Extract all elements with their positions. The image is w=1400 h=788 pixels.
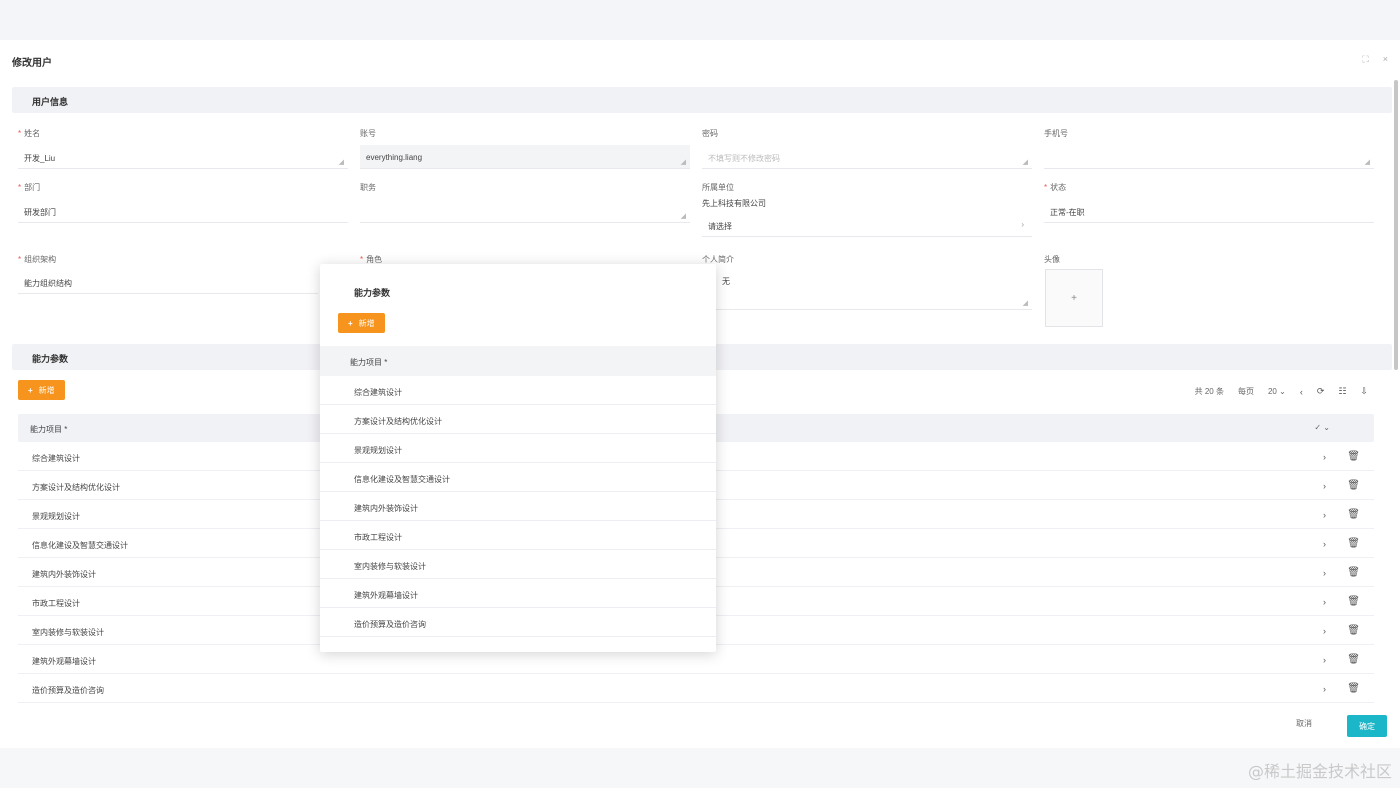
phone-label: 手机号: [1044, 129, 1068, 138]
pagination: 共 20 条 每页 20 ⌄ ‹ ⟳ ☷ ⇩: [1195, 386, 1368, 397]
watermark: @稀土掘金技术社区: [1247, 762, 1392, 781]
plus-icon: +: [28, 385, 33, 395]
name-label: * 姓名: [18, 129, 41, 138]
password-input[interactable]: 不填写则不修改密码 ◢: [702, 145, 1032, 169]
ability-section-title: 能力参数: [32, 354, 69, 364]
prev-page-icon[interactable]: ‹: [1300, 387, 1303, 397]
delete-icon[interactable]: 🗑: [1347, 451, 1360, 462]
delete-icon[interactable]: 🗑: [1347, 480, 1360, 491]
status-label: * 状态: [1044, 183, 1067, 192]
status-input[interactable]: 正常-在职: [1044, 199, 1374, 223]
list-item[interactable]: 建筑内外装饰设计: [320, 492, 716, 521]
delete-icon[interactable]: 🗑: [1347, 538, 1360, 549]
name-input[interactable]: 开发_Liu ◢: [18, 145, 348, 169]
delete-icon[interactable]: 🗑: [1347, 683, 1360, 694]
password-label: 密码: [702, 129, 718, 138]
top-bar: [0, 0, 1400, 40]
chevron-right-icon[interactable]: ›: [1323, 539, 1326, 549]
confirm-button[interactable]: 确定: [1347, 715, 1387, 737]
delete-icon[interactable]: 🗑: [1347, 654, 1360, 665]
chevron-right-icon[interactable]: ›: [1323, 655, 1326, 665]
department-input[interactable]: 研发部门: [18, 199, 348, 223]
add-ability-button[interactable]: + 新增: [18, 380, 65, 400]
cancel-button[interactable]: 取消: [1296, 718, 1312, 729]
fullscreen-icon[interactable]: ⛶: [1362, 54, 1368, 65]
column-settings-icon[interactable]: ☷: [1338, 386, 1346, 397]
position-input[interactable]: ◢: [360, 199, 690, 223]
plus-icon: +: [1071, 292, 1077, 304]
chevron-right-icon: ›: [1021, 220, 1024, 229]
list-item[interactable]: 室内装修与软装设计: [320, 550, 716, 579]
chevron-right-icon[interactable]: ›: [1323, 568, 1326, 578]
chevron-right-icon[interactable]: ›: [1323, 481, 1326, 491]
delete-icon[interactable]: 🗑: [1347, 596, 1360, 607]
delete-icon[interactable]: 🗑: [1347, 509, 1360, 520]
popup-table-header: 能力项目 *: [320, 346, 716, 376]
avatar-upload[interactable]: +: [1045, 269, 1103, 327]
org-label: 所属单位: [702, 183, 734, 192]
list-item[interactable]: 景观规划设计: [320, 434, 716, 463]
scrollbar[interactable]: [1394, 80, 1398, 370]
list-item[interactable]: 方案设计及结构优化设计: [320, 405, 716, 434]
export-icon[interactable]: ⇩: [1360, 386, 1368, 397]
plus-icon: +: [348, 318, 353, 328]
org-struct-input[interactable]: 能力组织结构: [18, 270, 318, 294]
account-input[interactable]: everything.liang ◢: [360, 145, 690, 169]
per-page-label: 每页: [1237, 387, 1254, 396]
user-info-section-title: 用户信息: [32, 97, 69, 107]
table-row[interactable]: 造价预算及造价咨询 › 🗑: [18, 674, 1374, 703]
chevron-right-icon[interactable]: ›: [1323, 510, 1326, 520]
refresh-icon[interactable]: ⟳: [1317, 386, 1325, 397]
list-item[interactable]: 造价预算及造价咨询: [320, 608, 716, 637]
account-label: 账号: [360, 129, 376, 138]
delete-icon[interactable]: 🗑: [1347, 567, 1360, 578]
org-select[interactable]: 请选择 ›: [702, 213, 1032, 237]
per-page-select[interactable]: 20 ⌄: [1268, 387, 1286, 396]
department-label: * 部门: [18, 183, 41, 192]
ability-popup: 能力参数 + 新增 能力项目 * 综合建筑设计 方案设计及结构优化设计 景观规划…: [320, 264, 716, 652]
dialog-header-actions: ⛶ ×: [1362, 54, 1388, 65]
total-count: 共 20 条: [1194, 387, 1224, 396]
phone-input[interactable]: ◢: [1044, 145, 1374, 169]
bottom-strip: [0, 748, 1400, 788]
org-struct-label: * 组织架构: [18, 255, 57, 264]
dialog-title: 修改用户: [12, 58, 52, 69]
list-item[interactable]: 建筑外观幕墙设计: [320, 579, 716, 608]
list-item[interactable]: 综合建筑设计: [320, 376, 716, 405]
chevron-right-icon[interactable]: ›: [1323, 597, 1326, 607]
popup-add-button[interactable]: + 新增: [338, 313, 385, 333]
avatar-label: 头像: [1044, 255, 1060, 264]
list-item[interactable]: 信息化建设及智慧交通设计: [320, 463, 716, 492]
org-value: 先上科技有限公司: [702, 199, 766, 208]
chevron-right-icon[interactable]: ›: [1323, 452, 1326, 462]
list-item[interactable]: 市政工程设计: [320, 521, 716, 550]
profile-textarea[interactable]: 无 ◢: [716, 268, 1032, 310]
user-info-section: 用户信息: [12, 87, 1392, 113]
position-label: 职务: [360, 183, 376, 192]
popup-title: 能力参数: [354, 288, 391, 298]
close-icon[interactable]: ×: [1383, 54, 1388, 65]
chevron-right-icon[interactable]: ›: [1323, 626, 1326, 636]
sort-icon[interactable]: ✓ ⌄: [1314, 423, 1330, 432]
delete-icon[interactable]: 🗑: [1347, 625, 1360, 636]
chevron-right-icon[interactable]: ›: [1323, 684, 1326, 694]
column-header-ability: 能力项目 *: [30, 425, 68, 434]
